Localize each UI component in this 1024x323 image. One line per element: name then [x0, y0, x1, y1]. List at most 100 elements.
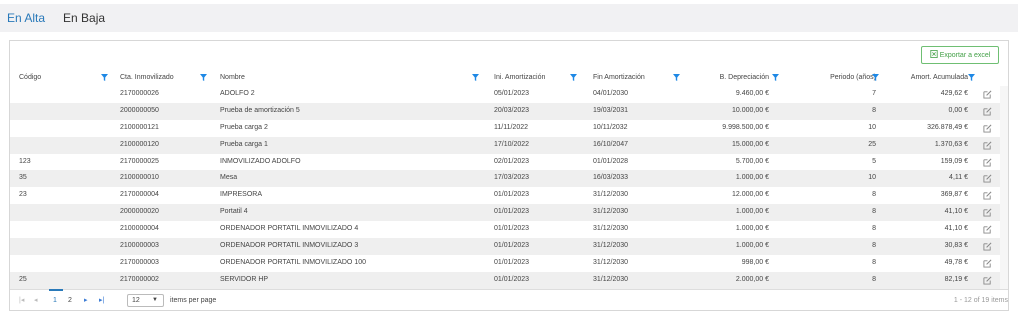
column-header-acum[interactable]: Amort. Acumulada	[890, 69, 968, 86]
column-header-codigo[interactable]: Código	[19, 69, 99, 86]
cell-ini: 17/03/2023	[494, 174, 530, 182]
vertical-scrollbar[interactable]	[1000, 86, 1008, 289]
cell-nombre: ORDENADOR PORTATIL INMOVILIZADO 100	[220, 258, 366, 266]
table-row[interactable]: 2170000026 ADOLFO 2 05/01/2023 04/01/2030 9.…	[10, 86, 1008, 103]
table-row[interactable]: 2000000020 Portatil 4 01/01/2023 31/12/2030…	[10, 204, 1008, 222]
table-row[interactable]: 23 2170000004 IMPRESORA 01/01/2023 31/12/203…	[10, 187, 1008, 205]
tab-en-alta[interactable]: En Alta	[7, 4, 45, 32]
cell-fin: 16/03/2033	[593, 174, 629, 182]
edit-icon[interactable]	[983, 208, 992, 217]
cell-ini: 01/01/2023	[494, 258, 530, 266]
cell-periodo: 8	[872, 208, 876, 216]
next-page-icon[interactable]: ▸	[84, 296, 88, 306]
table-row[interactable]: 25 2170000002 SERVIDOR HP 01/01/2023 31/12/2…	[10, 271, 1008, 289]
filter-icon[interactable]	[968, 74, 975, 81]
edit-icon[interactable]	[983, 191, 992, 200]
edit-icon[interactable]	[983, 225, 992, 234]
previous-page-icon[interactable]: ◂	[34, 296, 38, 306]
column-header-fin[interactable]: Fin Amortización	[593, 69, 673, 86]
column-header-base[interactable]: B. Depreciación	[680, 69, 769, 86]
cell-codigo	[19, 103, 99, 120]
cell-codigo	[19, 86, 99, 103]
column-header-ini[interactable]: Ini. Amortización	[494, 69, 574, 86]
cell-periodo: 8	[872, 225, 876, 233]
filter-icon[interactable]	[472, 74, 479, 81]
cell-nombre: Prueba de amortización 5	[220, 106, 300, 114]
cell-base: 9.998.500,00 €	[722, 123, 769, 131]
cell-periodo: 10	[868, 123, 876, 131]
cell-base: 1.000,00 €	[735, 242, 769, 250]
cell-ini: 02/01/2023	[494, 157, 530, 165]
edit-icon[interactable]	[983, 141, 992, 150]
column-header-nombre[interactable]: Nombre	[220, 69, 470, 86]
cell-fin: 31/12/2030	[593, 191, 629, 199]
cell-codigo	[19, 238, 99, 255]
export-excel-button[interactable]: Exportar a excel	[921, 46, 999, 64]
edit-icon[interactable]	[983, 90, 992, 99]
cell-cta: 2100000003	[120, 242, 159, 250]
cell-periodo: 7	[872, 90, 876, 97]
table-row[interactable]: 2000000050 Prueba de amortización 5 20/03/…	[10, 102, 1008, 120]
cell-nombre: Portatil 4	[220, 208, 248, 216]
column-header-periodo[interactable]: Periodo (años)	[790, 69, 876, 86]
cell-periodo: 8	[872, 242, 876, 250]
filter-icon[interactable]	[772, 74, 779, 81]
edit-icon[interactable]	[983, 158, 992, 167]
cell-fin: 10/11/2032	[593, 123, 628, 131]
first-page-icon[interactable]: |◂	[19, 296, 24, 306]
table-row[interactable]: 2100000004 ORDENADOR PORTATIL INMOVILIZAD…	[10, 221, 1008, 239]
cell-ini: 01/01/2023	[494, 275, 530, 283]
cell-acum: 1.370,63 €	[934, 140, 968, 148]
table-row[interactable]: 2170000003 ORDENADOR PORTATIL INMOVILIZAD…	[10, 254, 1008, 272]
pagination-bar: |◂ ◂ 1 2 ▸ ▸| 12 ▼ items per page 1 - 12…	[10, 289, 1008, 311]
table-row[interactable]: 123 2170000025 INMOVILIZADO ADOLFO 02/01/20…	[10, 153, 1008, 171]
filter-icon[interactable]	[570, 74, 577, 81]
table-row[interactable]: 35 2100000010 Mesa 17/03/2023 16/03/2033 1.00…	[10, 170, 1008, 188]
page-2-button[interactable]: 2	[68, 296, 72, 306]
cell-periodo: 25	[868, 140, 876, 148]
cell-fin: 16/10/2047	[593, 140, 629, 148]
cell-periodo: 8	[872, 258, 876, 266]
column-header-cta[interactable]: Cta. Inmovilizado	[120, 69, 210, 86]
table-row[interactable]: 2100000120 Prueba carga 1 17/10/2022 16/10/…	[10, 136, 1008, 154]
cell-cta: 2170000002	[120, 275, 159, 283]
filter-icon[interactable]	[872, 74, 879, 81]
cell-cta: 2000000050	[120, 106, 159, 114]
cell-fin: 31/12/2030	[593, 242, 629, 250]
cell-cta: 2170000004	[120, 191, 159, 199]
cell-fin: 04/01/2030	[593, 90, 629, 97]
cell-codigo: 35	[19, 174, 27, 182]
cell-periodo: 5	[872, 157, 876, 165]
page-1-button[interactable]: 1	[53, 296, 57, 306]
cell-codigo: 123	[19, 157, 31, 165]
tab-en-baja[interactable]: En Baja	[63, 4, 105, 32]
cell-nombre: ORDENADOR PORTATIL INMOVILIZADO 3	[220, 242, 359, 250]
edit-icon[interactable]	[983, 124, 992, 133]
cell-ini: 17/10/2022	[494, 140, 530, 148]
cell-cta: 2100000010	[120, 174, 159, 182]
filter-icon[interactable]	[101, 74, 108, 81]
page-size-select[interactable]: 12 ▼	[127, 294, 164, 307]
cell-base: 12.000,00 €	[732, 191, 769, 199]
cell-periodo: 8	[872, 106, 876, 114]
filter-icon[interactable]	[673, 74, 680, 81]
edit-icon[interactable]	[983, 259, 992, 268]
cell-cta: 2170000025	[120, 157, 159, 165]
cell-acum: 369,87 €	[940, 191, 968, 199]
cell-periodo: 8	[872, 275, 876, 283]
filter-icon[interactable]	[200, 74, 207, 81]
cell-base: 998,00 €	[741, 258, 769, 266]
tabs-bar: En Alta En Baja	[0, 4, 1018, 32]
cell-base: 10.000,00 €	[732, 106, 769, 114]
table-row[interactable]: 2100000003 ORDENADOR PORTATIL INMOVILIZAD…	[10, 238, 1008, 255]
last-page-icon[interactable]: ▸|	[99, 296, 104, 306]
cell-ini: 01/01/2023	[494, 225, 530, 233]
edit-icon[interactable]	[983, 107, 992, 116]
edit-icon[interactable]	[983, 242, 992, 251]
cell-base: 1.000,00 €	[735, 225, 769, 233]
cell-nombre: ADOLFO 2	[220, 90, 255, 97]
edit-icon[interactable]	[983, 276, 992, 285]
cell-codigo	[19, 120, 99, 137]
table-row[interactable]: 2100000121 Prueba carga 2 11/11/2022 10/11/…	[10, 119, 1008, 137]
edit-icon[interactable]	[983, 174, 992, 184]
